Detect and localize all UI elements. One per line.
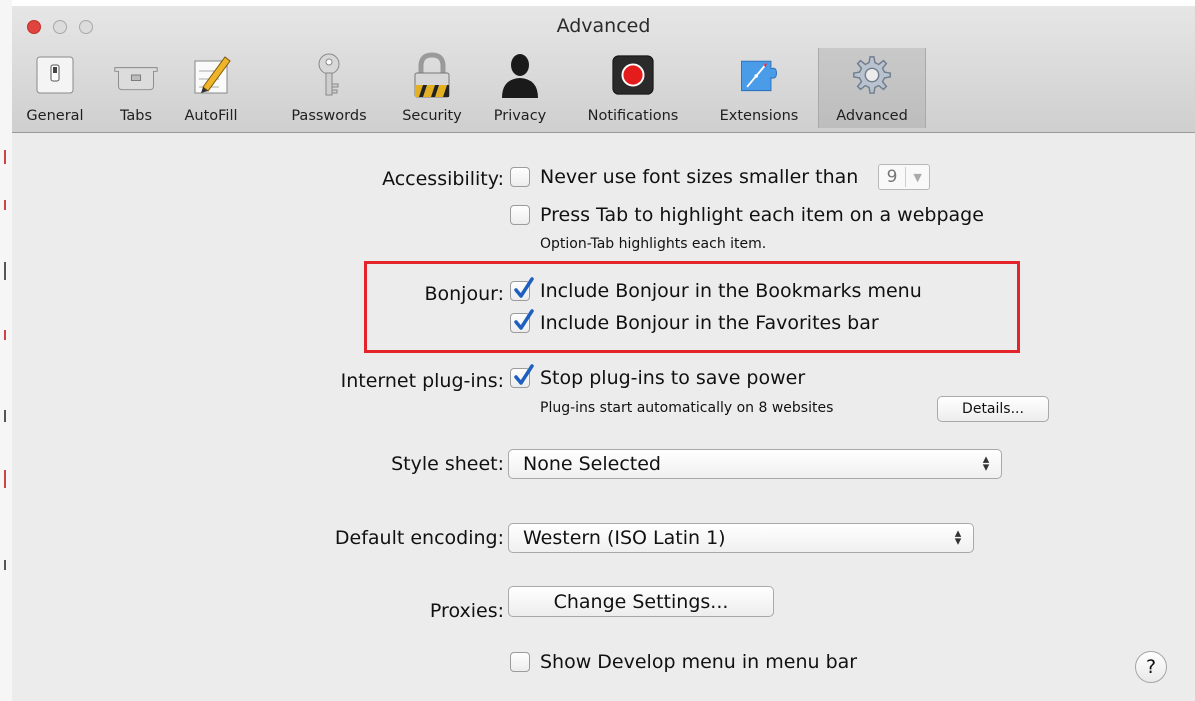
accessibility-label: Accessibility: — [382, 168, 504, 190]
develop-menu-label: Show Develop menu in menu bar — [540, 651, 858, 673]
bonjour-bookmarks-label: Include Bonjour in the Bookmarks menu — [540, 280, 922, 302]
bonjour-favorites-checkbox[interactable] — [510, 309, 534, 333]
stop-plugins-label: Stop plug-ins to save power — [540, 367, 806, 389]
tab-privacy-label: Privacy — [493, 108, 547, 124]
tab-advanced[interactable]: Advanced — [818, 48, 926, 128]
tab-passwords[interactable]: Passwords — [274, 48, 384, 128]
min-font-label: Never use font sizes smaller than — [540, 166, 859, 188]
tab-security[interactable]: Security — [386, 48, 478, 128]
encoding-select[interactable]: Western (ISO Latin 1) ▴ ▾ — [508, 523, 974, 553]
gear-icon — [849, 52, 895, 98]
tab-advanced-label: Advanced — [836, 108, 908, 124]
press-tab-checkbox[interactable] — [510, 205, 530, 225]
tab-general-label: General — [26, 108, 84, 124]
checkmark-icon — [514, 277, 534, 298]
tab-tabs[interactable]: Tabs — [106, 48, 166, 128]
press-tab-row: Press Tab to highlight each item on a we… — [510, 204, 984, 226]
tab-autofill-label: AutoFill — [184, 108, 238, 124]
help-button[interactable]: ? — [1135, 651, 1167, 683]
tab-privacy[interactable]: Privacy — [484, 48, 556, 128]
tab-autofill[interactable]: AutoFill — [173, 48, 249, 128]
plugins-label: Internet plug-ins: — [340, 370, 504, 392]
min-font-size-select[interactable]: 9 ▼ — [878, 164, 931, 190]
pencil-form-icon — [188, 52, 234, 98]
bonjour-favorites-label: Include Bonjour in the Favorites bar — [540, 312, 879, 334]
accessibility-hint: Option-Tab highlights each item. — [540, 236, 767, 252]
bonjour-bookmarks-checkbox[interactable] — [510, 277, 534, 301]
min-font-size-value: 9 — [879, 167, 906, 187]
tab-notifications[interactable]: Notifications — [568, 48, 698, 128]
develop-menu-row: Show Develop menu in menu bar — [510, 651, 857, 673]
change-settings-button[interactable]: Change Settings... — [508, 586, 774, 617]
checkmark-icon — [514, 364, 534, 385]
min-font-row: Never use font sizes smaller than 9 ▼ — [510, 164, 931, 190]
stop-plugins-checkbox[interactable] — [510, 364, 534, 388]
switch-icon — [32, 52, 78, 98]
person-silhouette-icon — [497, 52, 543, 98]
bonjour-highlight-box — [364, 261, 1020, 353]
tab-extensions-label: Extensions — [719, 108, 799, 124]
tab-general[interactable]: General — [18, 48, 92, 128]
window-title: Advanced — [556, 15, 651, 37]
tab-passwords-label: Passwords — [291, 108, 367, 124]
tab-tabs-label: Tabs — [119, 108, 153, 124]
plugins-hint: Plug-ins start automatically on 8 websit… — [540, 400, 834, 416]
bonjour-label: Bonjour: — [424, 283, 504, 305]
bonjour-bookmarks-row: Include Bonjour in the Bookmarks menu — [510, 277, 922, 302]
checkmark-icon — [514, 309, 534, 330]
tabs-icon — [113, 52, 159, 98]
press-tab-label: Press Tab to highlight each item on a we… — [540, 204, 984, 226]
style-sheet-select[interactable]: None Selected ▴ ▾ — [508, 449, 1002, 479]
up-down-arrows-icon: ▴ ▾ — [982, 452, 990, 475]
tab-extensions[interactable]: Extensions — [703, 48, 815, 128]
tab-notifications-label: Notifications — [587, 108, 679, 124]
padlock-icon — [409, 52, 455, 98]
bonjour-favorites-row: Include Bonjour in the Favorites bar — [510, 309, 879, 334]
encoding-value: Western (ISO Latin 1) — [523, 527, 726, 549]
chevron-down-icon: ▼ — [913, 170, 922, 184]
background-window-edge — [0, 0, 12, 701]
details-button[interactable]: Details... — [937, 396, 1049, 422]
proxies-label: Proxies: — [429, 600, 504, 622]
style-sheet-label: Style sheet: — [391, 453, 504, 475]
style-sheet-value: None Selected — [523, 453, 661, 475]
up-down-arrows-icon: ▴ ▾ — [954, 526, 962, 549]
stop-plugins-row: Stop plug-ins to save power — [510, 364, 806, 389]
compass-puzzle-icon — [736, 52, 782, 98]
preferences-window: Advanced General Tabs AutoFill Passwords… — [12, 6, 1195, 701]
preferences-toolbar: Advanced General Tabs AutoFill Passwords… — [12, 6, 1195, 133]
key-icon — [306, 52, 352, 98]
notification-icon — [610, 52, 656, 98]
encoding-label: Default encoding: — [334, 527, 504, 549]
min-font-checkbox[interactable] — [510, 167, 530, 187]
develop-menu-checkbox[interactable] — [510, 652, 530, 672]
tab-security-label: Security — [402, 108, 462, 124]
